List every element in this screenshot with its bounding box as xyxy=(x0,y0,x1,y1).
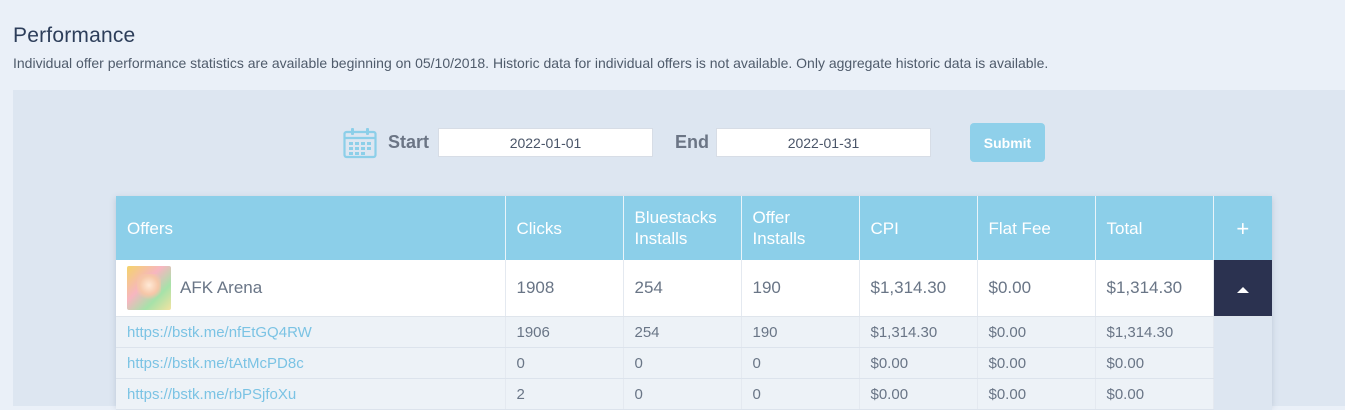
tracking-link[interactable]: https://bstk.me/tAtMcPD8c xyxy=(127,355,304,372)
offer-cpi: $1,314.30 xyxy=(859,260,978,317)
start-date-input[interactable] xyxy=(438,128,653,157)
expand-all-button[interactable]: + xyxy=(1213,196,1272,260)
link-clicks: 2 xyxy=(505,378,624,410)
link-cpi: $0.00 xyxy=(859,378,978,410)
column-header-flat-fee: Flat Fee xyxy=(977,196,1096,260)
table-header-row: Offers Clicks Bluestacks Installs Offer … xyxy=(116,196,1272,260)
link-offer-installs: 0 xyxy=(741,378,860,410)
link-flat-fee: $0.00 xyxy=(977,378,1096,410)
end-label: End xyxy=(675,132,709,152)
column-header-clicks: Clicks xyxy=(505,196,624,260)
offer-offer-installs: 190 xyxy=(741,260,860,317)
link-total: $0.00 xyxy=(1095,378,1214,410)
link-clicks: 1906 xyxy=(505,316,624,348)
link-offer-installs: 190 xyxy=(741,316,860,348)
link-clicks: 0 xyxy=(505,347,624,379)
collapse-offer-button[interactable] xyxy=(1213,260,1272,317)
offer-row: AFK Arena 1908 254 190 $1,314.30 $0.00 $… xyxy=(116,260,1272,317)
date-range-bar: Start End Submit xyxy=(13,90,1345,196)
column-header-bluestacks-installs: Bluestacks Installs xyxy=(623,196,742,260)
link-bluestacks-installs: 0 xyxy=(623,378,742,410)
link-total: $1,314.30 xyxy=(1095,316,1214,348)
end-date-input[interactable] xyxy=(716,128,931,157)
link-total: $0.00 xyxy=(1095,347,1214,379)
offer-flat-fee: $0.00 xyxy=(977,260,1096,317)
performance-panel: Start End Submit Offers Clicks Bluestack… xyxy=(13,90,1345,410)
column-header-cpi: CPI xyxy=(859,196,978,260)
offer-total: $1,314.30 xyxy=(1095,260,1214,317)
offer-name: AFK Arena xyxy=(180,278,263,297)
table-row: https://bstk.me/rbPSjfoXu 2 0 0 $0.00 $0… xyxy=(116,378,1272,410)
offer-bluestacks-installs: 254 xyxy=(623,260,742,317)
page-subtitle: Individual offer performance statistics … xyxy=(13,55,1049,71)
offer-clicks: 1908 xyxy=(505,260,624,317)
table-row: https://bstk.me/nfEtGQ4RW 1906 254 190 $… xyxy=(116,316,1272,348)
link-flat-fee: $0.00 xyxy=(977,347,1096,379)
tracking-link[interactable]: https://bstk.me/rbPSjfoXu xyxy=(127,386,296,403)
offer-name-cell: AFK Arena xyxy=(116,260,506,317)
tracking-link[interactable]: https://bstk.me/nfEtGQ4RW xyxy=(127,324,312,341)
calendar-icon xyxy=(343,128,377,159)
link-bluestacks-installs: 0 xyxy=(623,347,742,379)
link-offer-installs: 0 xyxy=(741,347,860,379)
column-header-offer-installs: Offer Installs xyxy=(741,196,860,260)
start-label: Start xyxy=(388,132,430,152)
column-header-total: Total xyxy=(1095,196,1214,260)
link-bluestacks-installs: 254 xyxy=(623,316,742,348)
link-cpi: $0.00 xyxy=(859,347,978,379)
link-flat-fee: $0.00 xyxy=(977,316,1096,348)
submit-button[interactable]: Submit xyxy=(970,123,1045,162)
performance-table: Offers Clicks Bluestacks Installs Offer … xyxy=(116,196,1272,410)
performance-table-wrap: Offers Clicks Bluestacks Installs Offer … xyxy=(116,196,1272,410)
caret-up-icon xyxy=(1236,287,1249,293)
page-title: Performance xyxy=(13,24,136,47)
offer-avatar xyxy=(127,266,171,310)
table-row: https://bstk.me/tAtMcPD8c 0 0 0 $0.00 $0… xyxy=(116,347,1272,379)
column-header-offers: Offers xyxy=(116,196,506,260)
link-cpi: $1,314.30 xyxy=(859,316,978,348)
